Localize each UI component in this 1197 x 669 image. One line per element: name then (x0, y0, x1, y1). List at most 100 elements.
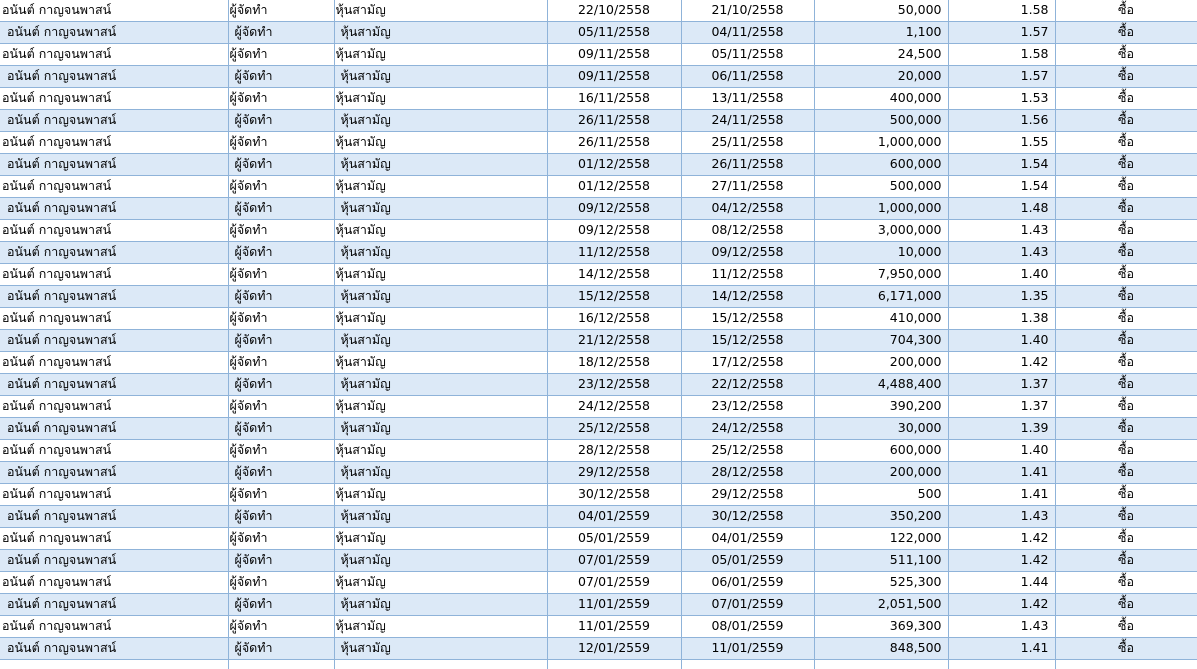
cell-volume[interactable]: 848,500 (814, 637, 949, 660)
cell-name[interactable]: อนันต์ กาญจนพาสน์ (0, 241, 229, 264)
cell-transaction-type[interactable]: ซื้อ (1055, 241, 1197, 264)
table-row[interactable]: อนันต์ กาญจนพาสน์ ผู้จัดทำ หุ้นสามัญ 26/11/… (0, 109, 1197, 132)
cell-report-date[interactable]: 29/12/2558 (547, 461, 682, 484)
cell-trade-date[interactable]: 28/12/2558 (681, 461, 815, 484)
cell-report-date[interactable]: 01/12/2558 (547, 175, 682, 198)
cell-position[interactable]: ผู้จัดทำ (228, 329, 335, 352)
cell-name[interactable]: อนันต์ กาญจนพาสน์ (0, 527, 229, 550)
cell-volume[interactable]: 30,000 (814, 417, 949, 440)
cell-security[interactable]: หุ้นสามัญ (334, 483, 548, 506)
cell-transaction-type[interactable]: ซื้อ (1055, 351, 1197, 374)
cell-price[interactable]: 1.43 (948, 219, 1056, 242)
cell-report-date[interactable]: 09/12/2558 (547, 197, 682, 220)
cell-security[interactable]: หุ้นสามัญ (334, 417, 548, 440)
cell-name[interactable]: อนันต์ กาญจนพาสน์ (0, 219, 229, 242)
cell-name[interactable]: อนันต์ กาญจนพาสน์ (0, 263, 229, 286)
cell-security[interactable]: หุ้นสามัญ (334, 43, 548, 66)
cell-position[interactable]: ผู้จัดทำ (228, 0, 335, 22)
cell-name[interactable]: อนันต์ กาญจนพาสน์ (0, 571, 229, 594)
cell-volume[interactable]: 500,000 (814, 175, 949, 198)
cell-report-date[interactable]: 18/12/2558 (547, 351, 682, 374)
cell-volume[interactable]: 50,000 (814, 0, 949, 22)
cell-report-date[interactable]: 12/01/2559 (547, 637, 682, 660)
table-row[interactable]: อนันต์ กาญจนพาสน์ ผู้จัดทำ หุ้นสามัญ 12/01/… (0, 637, 1197, 660)
cell-name[interactable]: อนันต์ กาญจนพาสน์ (0, 417, 229, 440)
cell-price[interactable]: 1.44 (948, 571, 1056, 594)
cell-name[interactable]: อนันต์ กาญจนพาสน์ (0, 175, 229, 198)
cell-price[interactable]: 1.53 (948, 87, 1056, 110)
cell-security[interactable]: หุ้นสามัญ (334, 307, 548, 330)
cell-price[interactable]: 1.42 (948, 351, 1056, 374)
cell-transaction-type[interactable]: ซื้อ (1055, 593, 1197, 616)
cell-trade-date[interactable]: 24/11/2558 (681, 109, 815, 132)
cell-trade-date[interactable]: 14/12/2558 (681, 285, 815, 308)
cell-security[interactable]: หุ้นสามัญ (334, 461, 548, 484)
cell-price[interactable]: 1.57 (948, 65, 1056, 88)
cell-transaction-type[interactable]: ซื้อ (1055, 0, 1197, 22)
table-row[interactable]: อนันต์ กาญจนพาสน์ ผู้จัดทำ หุ้นสามัญ 16/12/… (0, 307, 1197, 330)
cell-price[interactable]: 1.43 (948, 505, 1056, 528)
cell-price[interactable]: 1.43 (948, 241, 1056, 264)
cell-transaction-type[interactable]: ซื้อ (1055, 571, 1197, 594)
cell-transaction-type[interactable]: ซื้อ (1055, 87, 1197, 110)
cell-transaction-type[interactable]: ซื้อ (1055, 219, 1197, 242)
table-row[interactable]: อนันต์ กาญจนพาสน์ ผู้จัดทำ หุ้นสามัญ 29/12/… (0, 461, 1197, 484)
cell-report-date[interactable]: 11/12/2558 (547, 241, 682, 264)
cell-position[interactable]: ผู้จัดทำ (228, 461, 335, 484)
cell-position[interactable]: ผู้จัดทำ (228, 21, 335, 44)
cell-report-date[interactable]: 07/01/2559 (547, 549, 682, 572)
cell-transaction-type[interactable]: ซื้อ (1055, 527, 1197, 550)
table-row[interactable]: อนันต์ กาญจนพาสน์ ผู้จัดทำ หุ้นสามัญ 14/12/… (0, 263, 1197, 286)
cell-name[interactable]: อนันต์ กาญจนพาสน์ (0, 87, 229, 110)
cell-volume[interactable]: 350,200 (814, 505, 949, 528)
cell-price[interactable]: 1.41 (948, 461, 1056, 484)
cell-trade-date[interactable]: 07/01/2559 (681, 593, 815, 616)
table-row[interactable]: อนันต์ กาญจนพาสน์ ผู้จัดทำ หุ้นสามัญ 30/12/… (0, 483, 1197, 506)
cell-trade-date[interactable]: 21/10/2558 (681, 0, 815, 22)
table-row[interactable]: อนันต์ กาญจนพาสน์ ผู้จัดทำ หุ้นสามัญ 23/12/… (0, 373, 1197, 396)
table-row[interactable]: อนันต์ กาญจนพาสน์ ผู้จัดทำ หุ้นสามัญ 09/12/… (0, 219, 1197, 242)
cell-transaction-type[interactable]: ซื้อ (1055, 637, 1197, 660)
cell-trade-date[interactable]: 09/12/2558 (681, 241, 815, 264)
cell-transaction-type[interactable]: ซื้อ (1055, 21, 1197, 44)
cell-trade-date[interactable]: 08/12/2558 (681, 219, 815, 242)
cell-position[interactable]: ผู้จัดทำ (228, 637, 335, 660)
cell-trade-date[interactable]: 04/11/2558 (681, 21, 815, 44)
cell-price[interactable]: 1.35 (948, 285, 1056, 308)
cell-transaction-type[interactable]: ซื้อ (1055, 131, 1197, 154)
cell-name[interactable]: อนันต์ กาญจนพาสน์ (0, 21, 229, 44)
cell-report-date[interactable]: 11/01/2559 (547, 615, 682, 638)
cell-volume[interactable]: 400,000 (814, 87, 949, 110)
cell-trade-date[interactable]: 11/01/2559 (681, 637, 815, 660)
cell-trade-date[interactable]: 11/12/2558 (681, 263, 815, 286)
cell-position[interactable]: ผู้จัดทำ (228, 527, 335, 550)
cell-security[interactable]: หุ้นสามัญ (334, 65, 548, 88)
table-row[interactable]: อนันต์ กาญจนพาสน์ ผู้จัดทำ หุ้นสามัญ 01/12/… (0, 175, 1197, 198)
cell-position[interactable]: ผู้จัดทำ (228, 373, 335, 396)
cell-security[interactable]: หุ้นสามัญ (334, 197, 548, 220)
table-row[interactable]: อนันต์ กาญจนพาสน์ ผู้จัดทำ หุ้นสามัญ 07/01/… (0, 549, 1197, 572)
cell-transaction-type[interactable]: ซื้อ (1055, 549, 1197, 572)
cell-position[interactable]: ผู้จัดทำ (228, 307, 335, 330)
cell-transaction-type[interactable]: ซื้อ (1055, 483, 1197, 506)
cell-report-date[interactable]: 30/12/2558 (547, 483, 682, 506)
cell-security[interactable]: หุ้นสามัญ (334, 351, 548, 374)
cell-transaction-type[interactable]: ซื้อ (1055, 461, 1197, 484)
cell-name[interactable]: อนันต์ กาญจนพาสน์ (0, 197, 229, 220)
cell-transaction-type[interactable]: ซื้อ (1055, 395, 1197, 418)
cell-trade-date[interactable]: 17/12/2558 (681, 351, 815, 374)
table-row[interactable]: อนันต์ กาญจนพาสน์ ผู้จัดทำ หุ้นสามัญ 01/12/… (0, 153, 1197, 176)
cell-report-date[interactable]: 26/11/2558 (547, 109, 682, 132)
cell-price[interactable]: 1.42 (948, 549, 1056, 572)
cell-transaction-type[interactable]: ซื้อ (1055, 439, 1197, 462)
cell-volume[interactable]: 704,300 (814, 329, 949, 352)
cell-name[interactable]: อนันต์ กาญจนพาสน์ (0, 307, 229, 330)
table-row[interactable]: อนันต์ กาญจนพาสน์ ผู้จัดทำ หุ้นสามัญ 25/12/… (0, 417, 1197, 440)
cell-price[interactable]: 1.39 (948, 417, 1056, 440)
cell-volume[interactable]: 1,000,000 (814, 197, 949, 220)
cell-report-date[interactable]: 25/12/2558 (547, 417, 682, 440)
cell-report-date[interactable]: 05/11/2558 (547, 21, 682, 44)
cell-security[interactable]: หุ้นสามัญ (334, 329, 548, 352)
cell-trade-date[interactable]: 22/12/2558 (681, 373, 815, 396)
cell-price[interactable]: 1.42 (948, 593, 1056, 616)
